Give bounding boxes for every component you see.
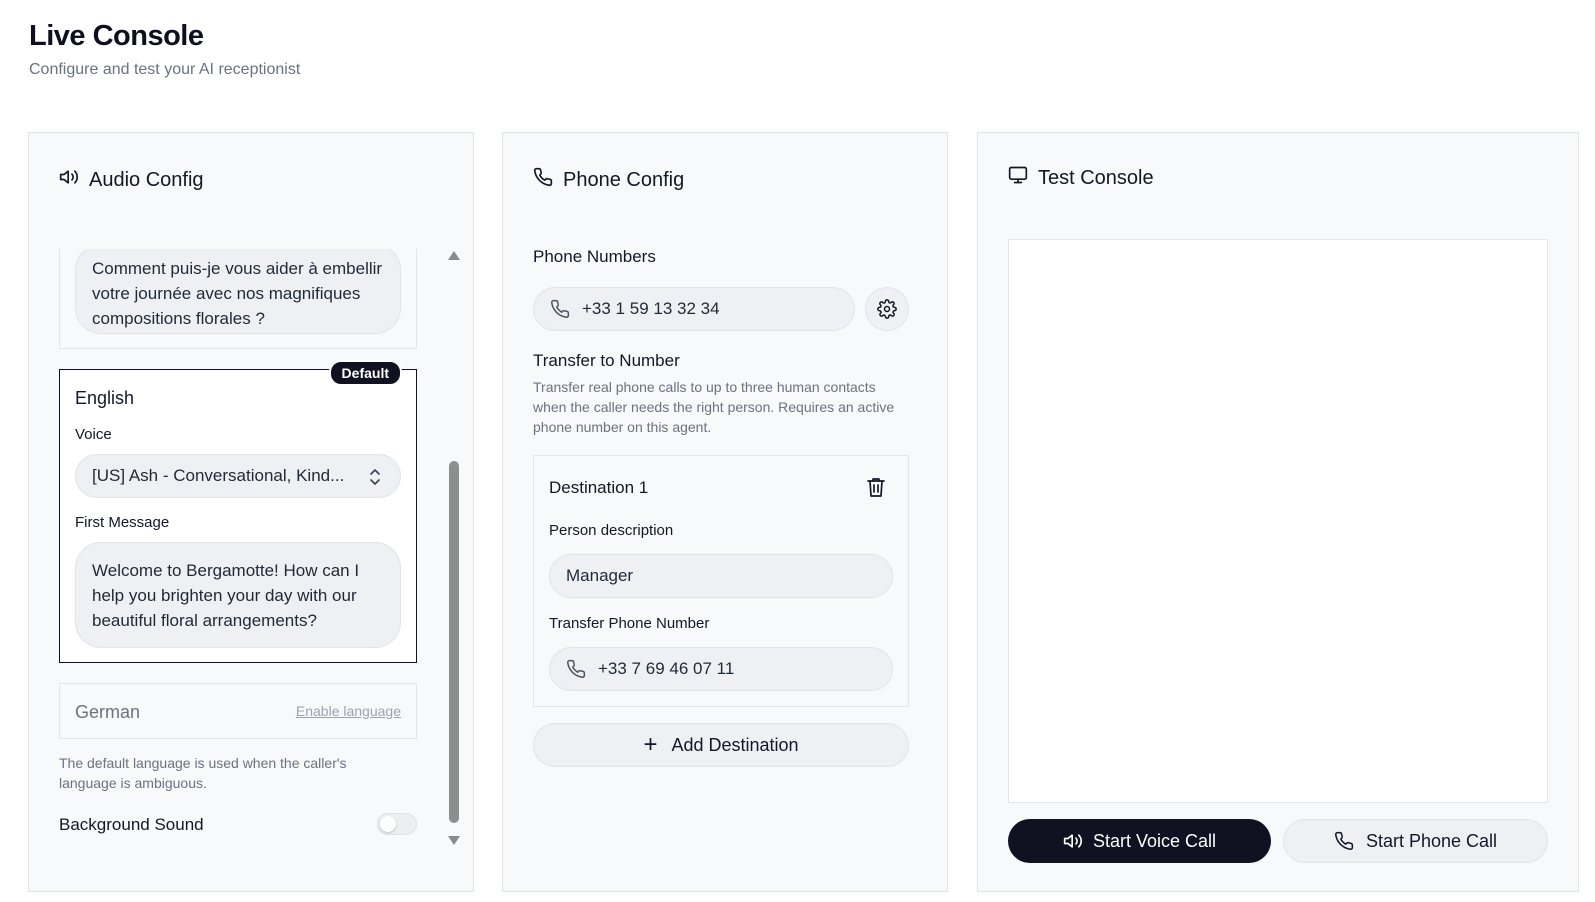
audio-config-title: Audio Config (89, 168, 204, 191)
start-voice-call-label: Start Voice Call (1092, 830, 1217, 851)
console-output-area (1008, 239, 1548, 803)
chevron-updown-icon (370, 469, 380, 485)
trash-icon[interactable] (866, 476, 886, 498)
background-sound-toggle[interactable] (377, 813, 417, 835)
audio-config-scrollbar[interactable] (447, 249, 461, 845)
voice-select[interactable]: [US] Ash - Conversational, Kind... (75, 454, 401, 498)
phone-numbers-label: Phone Numbers (533, 247, 656, 266)
destination-title: Destination 1 (549, 478, 649, 497)
scroll-down-arrow-icon[interactable] (448, 836, 460, 845)
transfer-phone-number-label: Transfer Phone Number (549, 615, 710, 632)
person-description-label: Person description (549, 522, 674, 539)
transfer-help-text: Transfer real phone calls to up to three… (533, 379, 895, 435)
audio-config-header: Audio Config (59, 167, 204, 193)
phone-settings-button[interactable] (865, 287, 909, 331)
voice-label: Voice (75, 426, 112, 443)
scrollbar-thumb[interactable] (449, 461, 459, 823)
audio-config-scroll-area[interactable]: Comment puis-je vous aider à embellir vo… (59, 249, 417, 881)
phone-icon (551, 299, 570, 318)
transfer-phone-number-value: +33 7 69 46 07 11 (598, 659, 735, 678)
enable-language-link[interactable]: Enable language (296, 703, 401, 719)
test-console-panel: Test Console Start Voice Call Start Phon… (977, 132, 1579, 892)
add-destination-button[interactable]: + Add Destination (533, 723, 909, 767)
toggle-knob (380, 816, 396, 832)
start-phone-call-button[interactable]: Start Phone Call (1283, 819, 1548, 863)
default-language-help: The default language is used when the ca… (59, 755, 347, 791)
start-phone-call-label: Start Phone Call (1365, 830, 1498, 851)
phone-icon (533, 167, 553, 193)
language-card-french: Comment puis-je vous aider à embellir vo… (59, 249, 417, 349)
start-voice-call-button[interactable]: Start Voice Call (1008, 819, 1271, 863)
phone-icon (567, 659, 586, 678)
destination-card: Destination 1 Person description Manager… (533, 455, 909, 707)
transfer-to-number-label: Transfer to Number (533, 351, 680, 370)
gear-icon (877, 299, 897, 319)
speaker-icon (59, 167, 79, 193)
first-message-input[interactable]: Welcome to Bergamotte! How can I help yo… (75, 542, 401, 648)
page-title: Live Console (29, 20, 204, 52)
transfer-phone-number-input[interactable]: +33 7 69 46 07 11 (549, 647, 893, 691)
phone-config-panel: Phone Config Phone Numbers +33 1 59 13 3… (502, 132, 948, 892)
test-console-header: Test Console (1008, 165, 1154, 191)
add-destination-label: Add Destination (671, 734, 799, 755)
scroll-up-arrow-icon[interactable] (448, 251, 460, 260)
person-description-value: Manager (566, 566, 634, 585)
page-subtitle: Configure and test your AI receptionist (29, 61, 301, 78)
language-card-german: German Enable language (59, 683, 417, 739)
phone-config-header: Phone Config (533, 167, 684, 193)
first-message-label: First Message (75, 514, 170, 531)
phone-number-value: +33 1 59 13 32 34 (582, 299, 720, 318)
test-console-title: Test Console (1038, 166, 1154, 189)
person-description-input[interactable]: Manager (549, 554, 893, 598)
plus-icon: + (643, 731, 658, 758)
background-sound-label: Background Sound (59, 815, 204, 834)
language-name-english: English (75, 388, 135, 408)
french-first-message[interactable]: Comment puis-je vous aider à embellir vo… (75, 249, 401, 334)
speaker-icon (1063, 834, 1083, 848)
phone-icon (1334, 831, 1354, 850)
phone-config-title: Phone Config (563, 168, 685, 191)
voice-select-value: [US] Ash - Conversational, Kind... (92, 466, 345, 485)
phone-number-field[interactable]: +33 1 59 13 32 34 (533, 287, 855, 331)
language-name-german: German (75, 702, 141, 722)
language-card-english: Default English Voice [US] Ash - Convers… (59, 360, 417, 663)
audio-config-panel: Audio Config Comment puis-je vous aider … (28, 132, 474, 892)
monitor-icon (1008, 165, 1028, 191)
default-badge: Default (328, 360, 402, 386)
